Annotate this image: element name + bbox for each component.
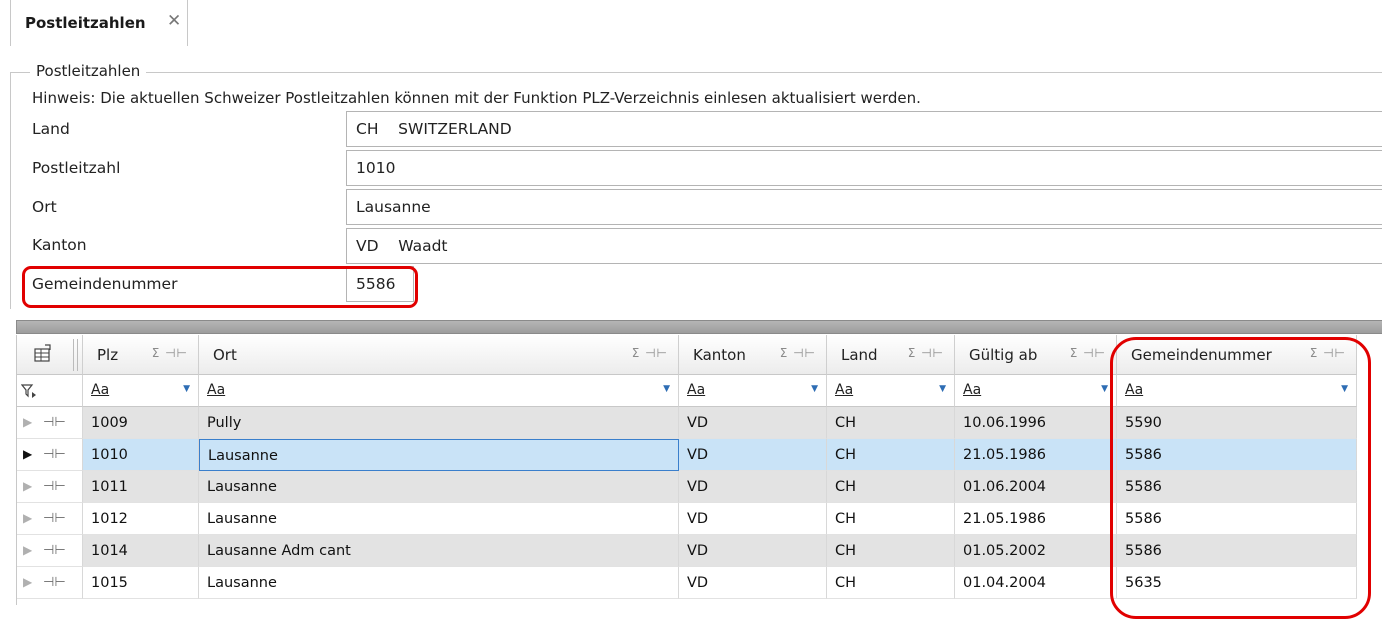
hint-text: Hinweis: Die aktuellen Schweizer Postlei… — [32, 89, 921, 107]
cell-plz[interactable]: 1011 — [83, 471, 199, 503]
highlight-annotation-form — [22, 266, 418, 308]
cell-plz[interactable]: 1012 — [83, 503, 199, 535]
pin-icon[interactable]: ⊣⊢ — [43, 511, 66, 526]
cell-ort[interactable]: Lausanne — [199, 471, 679, 503]
filter-row-indicator[interactable] — [17, 375, 83, 407]
cell-kanton[interactable]: VD — [679, 407, 827, 439]
column-chooser-icon[interactable] — [33, 344, 53, 364]
cell-kanton[interactable]: VD — [679, 503, 827, 535]
row-arrow-icon: ▶ — [23, 575, 33, 589]
kanton-field[interactable]: VD Waadt — [346, 228, 1382, 264]
pin-icon[interactable]: ⊣⊢ — [43, 447, 66, 462]
filter-icon[interactable] — [21, 383, 37, 399]
chevron-down-icon[interactable]: ▼ — [811, 384, 818, 394]
cell-gueltig-ab[interactable]: 21.05.1986 — [955, 503, 1117, 535]
cell-kanton[interactable]: VD — [679, 439, 827, 471]
cell-land[interactable]: CH — [827, 567, 955, 599]
cell-ort[interactable]: Lausanne — [199, 567, 679, 599]
pin-icon[interactable]: ⊣⊢ — [43, 575, 66, 590]
filter-operator-label: Aa — [91, 382, 110, 398]
cell-gueltig-ab[interactable]: 21.05.1986 — [955, 439, 1117, 471]
cell-gueltig-ab[interactable]: 10.06.1996 — [955, 407, 1117, 439]
cell-ort[interactable]: Lausanne — [199, 503, 679, 535]
row-indicator[interactable]: ▶ ⊣⊢ — [17, 471, 83, 503]
cell-gueltig-ab[interactable]: 01.06.2004 — [955, 471, 1117, 503]
column-header-label: Plz — [97, 346, 119, 364]
kanton-label: Kanton — [32, 236, 87, 254]
row-arrow-icon: ▶ — [23, 511, 33, 525]
cell-land[interactable]: CH — [827, 407, 955, 439]
filter-input-gueltig-ab[interactable]: Aa ▼ — [955, 375, 1117, 407]
filter-input-ort[interactable]: Aa ▼ — [199, 375, 679, 407]
pin-icon[interactable]: ⊣⊢ — [43, 543, 66, 558]
row-arrow-icon: ▶ — [23, 543, 33, 557]
sum-pin-icon[interactable]: Σ ⊣⊢ — [908, 346, 944, 360]
chevron-down-icon[interactable]: ▼ — [183, 384, 190, 394]
filter-operator-label: Aa — [687, 382, 706, 398]
highlight-annotation-column — [1110, 337, 1371, 619]
tab-postleitzahlen[interactable]: Postleitzahlen ✕ — [10, 0, 188, 46]
row-indicator[interactable]: ▶ ⊣⊢ — [17, 535, 83, 567]
row-arrow-icon: ▶ — [23, 479, 33, 493]
ort-field[interactable]: Lausanne — [346, 189, 1382, 225]
cell-kanton[interactable]: VD — [679, 535, 827, 567]
column-header-label: Land — [841, 346, 878, 364]
chevron-down-icon[interactable]: ▼ — [663, 384, 670, 394]
postleitzahl-field[interactable]: 1010 — [346, 150, 1382, 186]
column-header-ort[interactable]: Ort Σ ⊣⊢ — [199, 335, 679, 375]
current-row-arrow-icon: ▶ — [23, 447, 33, 461]
row-indicator[interactable]: ▶ ⊣⊢ — [17, 567, 83, 599]
row-arrow-icon: ▶ — [23, 415, 33, 429]
cell-plz[interactable]: 1009 — [83, 407, 199, 439]
filter-operator-label: Aa — [963, 382, 982, 398]
sum-pin-icon[interactable]: Σ ⊣⊢ — [1070, 346, 1106, 360]
column-header-kanton[interactable]: Kanton Σ ⊣⊢ — [679, 335, 827, 375]
column-header-label: Gültig ab — [969, 346, 1038, 364]
column-header-label: Ort — [213, 346, 237, 364]
column-header-plz[interactable]: Plz Σ ⊣⊢ — [83, 335, 199, 375]
filter-operator-label: Aa — [835, 382, 854, 398]
group-legend: Postleitzahlen — [30, 62, 147, 80]
cell-kanton[interactable]: VD — [679, 471, 827, 503]
sum-pin-icon[interactable]: Σ ⊣⊢ — [780, 346, 816, 360]
splitter-handle[interactable] — [16, 320, 1382, 334]
postleitzahl-label: Postleitzahl — [32, 159, 121, 177]
sum-pin-icon[interactable]: Σ ⊣⊢ — [152, 346, 188, 360]
land-label: Land — [32, 120, 70, 138]
cell-gueltig-ab[interactable]: 01.05.2002 — [955, 535, 1117, 567]
pin-icon[interactable]: ⊣⊢ — [43, 415, 66, 430]
sum-pin-icon[interactable]: Σ ⊣⊢ — [632, 346, 668, 360]
tab-title: Postleitzahlen — [25, 14, 146, 32]
cell-ort[interactable]: Lausanne — [199, 439, 679, 471]
chevron-down-icon[interactable]: ▼ — [1101, 384, 1108, 394]
column-header-land[interactable]: Land Σ ⊣⊢ — [827, 335, 955, 375]
chevron-down-icon[interactable]: ▼ — [939, 384, 946, 394]
ort-label: Ort — [32, 198, 57, 216]
cell-land[interactable]: CH — [827, 535, 955, 567]
cell-plz[interactable]: 1010 — [83, 439, 199, 471]
row-indicator[interactable]: ▶ ⊣⊢ — [17, 407, 83, 439]
filter-input-kanton[interactable]: Aa ▼ — [679, 375, 827, 407]
cell-plz[interactable]: 1014 — [83, 535, 199, 567]
filter-input-land[interactable]: Aa ▼ — [827, 375, 955, 407]
filter-operator-label: Aa — [207, 382, 226, 398]
cell-land[interactable]: CH — [827, 471, 955, 503]
close-icon[interactable]: ✕ — [167, 11, 181, 31]
column-chooser-cell[interactable] — [17, 335, 83, 375]
tab-bar: Postleitzahlen ✕ — [0, 0, 1382, 48]
column-header-label: Kanton — [693, 346, 746, 364]
row-indicator[interactable]: ▶ ⊣⊢ — [17, 503, 83, 535]
cell-ort[interactable]: Pully — [199, 407, 679, 439]
cell-ort[interactable]: Lausanne Adm cant — [199, 535, 679, 567]
land-field[interactable]: CH SWITZERLAND — [346, 111, 1382, 147]
pin-icon[interactable]: ⊣⊢ — [43, 479, 66, 494]
cell-kanton[interactable]: VD — [679, 567, 827, 599]
filter-input-plz[interactable]: Aa ▼ — [83, 375, 199, 407]
cell-gueltig-ab[interactable]: 01.04.2004 — [955, 567, 1117, 599]
row-indicator[interactable]: ▶ ⊣⊢ — [17, 439, 83, 471]
cell-land[interactable]: CH — [827, 439, 955, 471]
cell-plz[interactable]: 1015 — [83, 567, 199, 599]
cell-land[interactable]: CH — [827, 503, 955, 535]
column-header-gueltig-ab[interactable]: Gültig ab Σ ⊣⊢ — [955, 335, 1117, 375]
